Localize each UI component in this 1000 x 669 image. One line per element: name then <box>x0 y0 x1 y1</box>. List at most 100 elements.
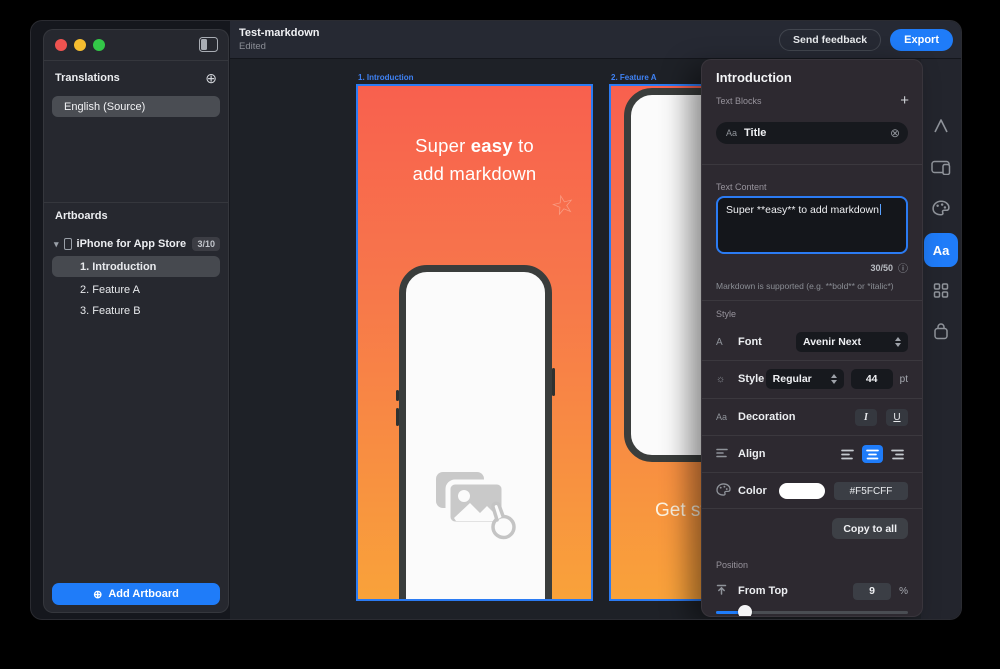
updown-chevrons-icon <box>831 374 837 384</box>
from-top-row: From Top 9 % <box>716 581 908 601</box>
color-label: Color <box>738 485 767 497</box>
position-section-label: Position <box>716 560 748 570</box>
font-style-value: Regular <box>773 373 812 385</box>
from-top-slider[interactable] <box>716 605 908 617</box>
divider <box>44 202 228 203</box>
markdown-hint: Markdown is supported (e.g. **bold** or … <box>716 281 894 291</box>
text-style-icon: Aa <box>726 128 737 138</box>
counter-value: 30/50 <box>870 263 893 273</box>
align-left-button[interactable] <box>837 445 858 463</box>
cursor-tool-icon[interactable] <box>933 119 949 138</box>
chevron-down-icon[interactable]: ▾ <box>54 239 59 250</box>
add-circled-icon: ⊕ <box>93 588 102 601</box>
image-placeholder-icon[interactable] <box>430 464 522 553</box>
text-tool-button-active[interactable]: Aa <box>924 233 958 267</box>
artboard2-partial-text[interactable]: Get st <box>655 500 706 522</box>
inspector-panel: Introduction Text Blocks + Aa Title ⊗ Te… <box>701 59 923 617</box>
align-icon <box>716 448 738 461</box>
sidebar-item-feature-a[interactable]: 2. Feature A <box>52 279 220 300</box>
text-content-value: Super **easy** to add markdown <box>726 204 881 216</box>
artboard-introduction[interactable]: Super easy to add markdown ☆ <box>356 84 593 601</box>
decoration-icon: Aa <box>716 412 738 422</box>
align-center-button[interactable] <box>862 445 883 463</box>
font-select[interactable]: Avenir Next <box>796 332 908 352</box>
character-counter: 30/50 ⓘ <box>870 260 908 275</box>
underline-button[interactable]: U <box>886 409 908 426</box>
decoration-row: Aa Decoration I U <box>716 407 908 427</box>
remove-block-icon[interactable]: ⊗ <box>890 126 900 140</box>
artboard1-label[interactable]: 1. Introduction <box>358 73 414 82</box>
style-section-label: Style <box>716 309 736 319</box>
font-row: A Font Avenir Next <box>716 332 908 352</box>
send-feedback-button[interactable]: Send feedback <box>779 29 881 51</box>
sparkle-icon: ☆ <box>547 188 578 224</box>
divider <box>702 435 922 436</box>
document-title: Test-markdown <box>239 27 319 39</box>
artboard1-headline[interactable]: Super easy to add markdown <box>358 132 591 188</box>
sidebar-toggle-icon[interactable] <box>199 37 218 52</box>
block-name: Title <box>744 127 766 139</box>
sidebar-item-feature-b[interactable]: 3. Feature B <box>52 300 220 321</box>
palette-tool-icon[interactable] <box>932 200 950 221</box>
headline-pre: Super <box>415 135 471 156</box>
phone-mockup-1[interactable] <box>399 265 552 601</box>
zoom-window-button[interactable] <box>93 39 105 51</box>
sidebar-item-introduction[interactable]: 1. Introduction <box>52 256 220 277</box>
inspector-title: Introduction <box>716 70 792 85</box>
artboards-header: Artboards <box>55 210 108 222</box>
text-block-title[interactable]: Aa Title ⊗ <box>716 122 908 144</box>
app-store-bag-icon[interactable] <box>934 323 949 345</box>
headline-line2: add markdown <box>358 160 591 188</box>
font-size-unit: pt <box>900 374 908 385</box>
add-text-block-icon[interactable]: + <box>900 92 909 109</box>
headline-bold: easy <box>471 135 513 156</box>
from-top-label: From Top <box>738 585 788 597</box>
divider <box>702 360 922 361</box>
info-icon[interactable]: ⓘ <box>898 260 908 275</box>
slider-thumb[interactable] <box>738 605 752 617</box>
language-item-english[interactable]: English (Source) <box>52 96 220 117</box>
color-swatch[interactable] <box>779 483 825 499</box>
artboard-group-name: iPhone for App Store <box>77 238 187 250</box>
text-content-input[interactable]: Super **easy** to add markdown <box>716 196 908 254</box>
divider <box>702 300 922 301</box>
document-status: Edited <box>239 41 266 52</box>
palette-icon <box>716 483 738 499</box>
from-top-input[interactable]: 9 <box>853 583 891 600</box>
gear-icon: ☼ <box>716 374 738 385</box>
font-size-input[interactable]: 44 <box>851 369 893 389</box>
color-hex-input[interactable]: #F5FCFF <box>834 482 908 500</box>
add-artboard-button[interactable]: ⊕ Add Artboard <box>52 583 220 605</box>
color-row: Color #F5FCFF <box>716 481 908 501</box>
text-blocks-label: Text Blocks <box>716 96 762 106</box>
divider <box>702 164 922 165</box>
devices-tool-icon[interactable] <box>931 160 951 180</box>
artboard-group-iphone[interactable]: ▾ iPhone for App Store 3/10 <box>54 235 220 253</box>
phone-icon <box>64 238 72 250</box>
from-top-unit: % <box>899 586 908 597</box>
align-row: Align <box>716 444 908 464</box>
close-window-button[interactable] <box>55 39 67 51</box>
decoration-label: Decoration <box>738 411 795 423</box>
minimize-window-button[interactable] <box>74 39 86 51</box>
align-right-button[interactable] <box>887 445 908 463</box>
updown-chevrons-icon <box>895 337 901 347</box>
phone-button <box>552 368 555 396</box>
divider <box>702 508 922 509</box>
align-label: Align <box>738 448 766 460</box>
add-translation-icon[interactable]: ⊕ <box>205 71 217 85</box>
font-value: Avenir Next <box>803 336 861 348</box>
divider <box>702 472 922 473</box>
headline-post: to <box>513 135 534 156</box>
copy-to-all-button[interactable]: Copy to all <box>832 518 908 539</box>
artboard-count-badge: 3/10 <box>192 237 220 251</box>
artboard2-label[interactable]: 2. Feature A <box>611 73 657 82</box>
divider <box>44 60 228 61</box>
font-style-select[interactable]: Regular <box>766 369 844 389</box>
traffic-lights <box>55 39 105 51</box>
grid-tool-icon[interactable] <box>934 283 949 303</box>
divider <box>702 398 922 399</box>
font-icon: A <box>716 337 738 348</box>
export-button[interactable]: Export <box>890 29 953 51</box>
italic-button[interactable]: I <box>855 409 877 426</box>
